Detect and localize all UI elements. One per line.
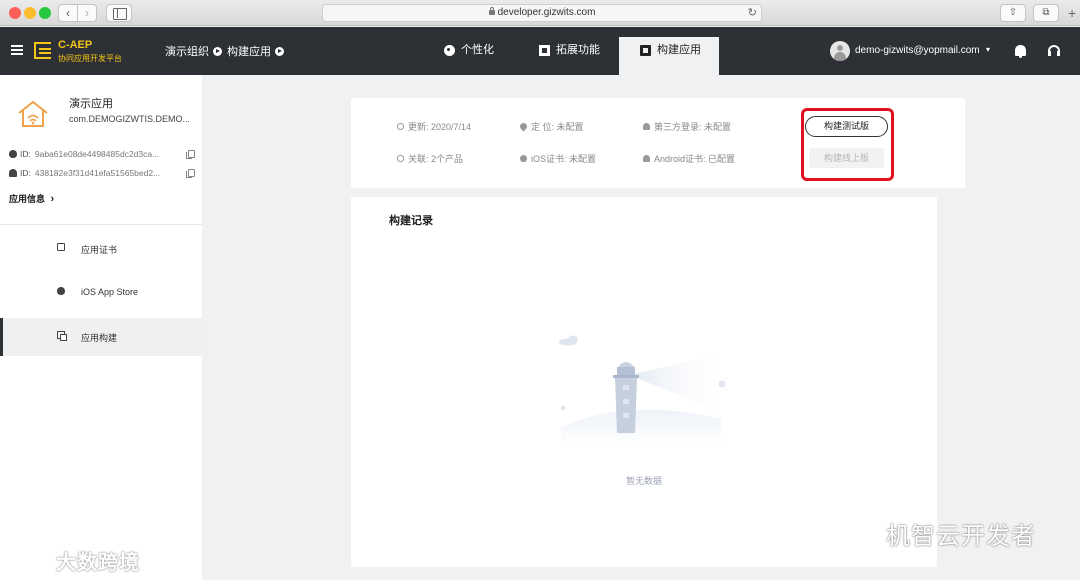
watermark-right-text: 机智云开发者 [886,523,1036,550]
reload-icon[interactable]: ↻ [748,5,757,21]
tab-label: 个性化 [461,44,494,56]
location-text: 定 位: 未配置 [531,122,584,132]
breadcrumb-app[interactable]: 构建应用 [227,43,271,59]
divider [0,224,202,225]
show-tabs-icon[interactable]: ⧉ [1033,4,1059,22]
share-icon[interactable]: ⇧ [1000,4,1026,22]
app-header: C-AEP 协同应用开发平台 演示组织 构建应用 个性化 拓展功能 构建应用 d… [0,27,1080,75]
url-text: developer.gizwits.com [497,7,596,18]
clock-icon [397,123,404,130]
extend-icon [539,45,550,56]
back-button[interactable]: ‹ [58,4,78,22]
build-test-version-button[interactable]: 构建测试版 [805,116,888,137]
id-label: ID: [20,149,31,159]
location-status: 定 位: 未配置 [518,120,584,133]
wechat-icon [837,518,879,547]
arrow-right-icon [213,46,222,56]
copy-icon[interactable] [186,150,195,159]
build-release-version-button[interactable]: 构建线上版 [809,148,884,168]
sidebar-item-certificate[interactable]: 应用证书 [0,230,202,268]
app-info-link[interactable]: 应用信息 › [9,192,54,205]
breadcrumb: 演示组织 构建应用 [165,43,289,59]
minimize-window-button[interactable] [24,7,36,19]
build-records-card: 构建记录 暂无数据 [351,197,937,567]
ios-id-value: 9aba61e08de4498485dc2d3ca... [34,149,160,159]
tab-personalize[interactable]: 个性化 [444,37,494,75]
apple-icon [57,287,65,295]
watermark-left: 大数跨境 [8,546,140,575]
update-date-text: 更新: 2020/7/14 [408,122,472,132]
palette-icon [444,45,455,56]
sidebar-item-app-build[interactable]: 应用构建 [0,318,202,356]
app-house-icon [18,100,48,127]
linked-text: 关联: 2个产品 [408,154,464,164]
apple-icon [9,150,17,158]
sidebar-toggle-icon[interactable] [106,4,132,22]
address-bar[interactable]: developer.gizwits.com ↻ [322,4,762,22]
hamburger-menu-icon[interactable] [11,45,23,55]
third-login-text: 第三方登录: 未配置 [654,122,732,132]
tab-extend-features[interactable]: 拓展功能 [539,37,600,75]
zoom-window-button[interactable] [39,7,51,19]
browser-toolbar: ‹ › developer.gizwits.com ↻ ⇧ ⧉ + [0,0,1080,26]
watermark-left-text: 大数跨境 [56,552,140,574]
ios-id-row: ID: 9aba61e08de4498485dc2d3ca... [9,149,159,159]
chevron-right-icon: › [50,193,55,205]
android-icon [643,155,650,162]
build-records-title: 构建记录 [389,215,433,227]
logo-title: C-AEP [58,39,93,51]
ios-cert-status: iOS证书: 未配置 [520,152,596,165]
bell-icon[interactable] [1015,45,1026,58]
sidebar-item-label: iOS App Store [81,287,139,297]
build-icon [57,331,67,341]
tab-build-app[interactable]: 构建应用 [619,37,719,75]
avatar[interactable] [830,41,850,61]
new-tab-icon[interactable]: + [1068,5,1076,21]
link-icon [395,153,406,164]
tab-label: 构建应用 [657,44,701,56]
copy-icon[interactable] [186,169,195,178]
android-id-row: ID: 438182e3f31d41efa51565bed2... [9,168,160,178]
android-cert-status: Android证书: 已配置 [643,152,735,165]
app-info-label: 应用信息 [9,194,46,204]
logo-subtitle: 协同应用开发平台 [58,54,122,63]
android-icon [9,169,17,177]
android-id-value: 438182e3f31d41efa51565bed2... [34,168,161,178]
android-cert-text: Android证书: 已配置 [654,154,736,164]
build-icon [640,45,651,56]
empty-lighthouse-icon [559,335,726,447]
sidebar-item-label: 应用证书 [81,245,118,255]
location-pin-icon [518,121,529,132]
breadcrumb-org[interactable]: 演示组织 [165,43,209,59]
apple-icon [520,155,527,162]
user-icon [643,123,650,130]
left-sidebar: 演示应用 com.DEMOGIZWTIS.DEMO... ID: 9aba61e… [0,75,202,580]
watermark-logo-icon [8,550,51,570]
lock-icon [488,7,495,15]
forward-button[interactable]: › [77,4,97,22]
sidebar-item-ios-app-store[interactable]: iOS App Store [0,274,202,312]
sidebar-item-label: 应用构建 [81,333,118,343]
certificate-icon [57,243,65,251]
tab-label: 拓展功能 [556,44,600,56]
app-name: 演示应用 [69,98,113,110]
update-date: 更新: 2020/7/14 [397,120,471,133]
ios-cert-text: iOS证书: 未配置 [531,154,597,164]
headset-icon[interactable] [1048,45,1060,56]
watermark-right: 机智云开发者 [836,516,1036,551]
third-party-login-status: 第三方登录: 未配置 [643,120,731,133]
empty-state-text: 暂无数据 [625,476,662,486]
logo-icon [34,42,51,59]
close-window-button[interactable] [9,7,21,19]
arrow-right-icon [275,46,284,56]
linked-products: 关联: 2个产品 [395,152,464,165]
id-label: ID: [20,168,31,178]
chevron-down-icon[interactable]: ▾ [986,45,990,54]
user-email[interactable]: demo-gizwits@yopmail.com [855,45,980,56]
app-package: com.DEMOGIZWTIS.DEMO... [69,114,190,124]
